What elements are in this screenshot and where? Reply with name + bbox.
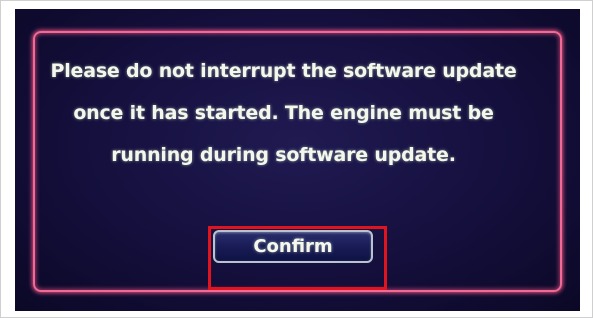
confirm-button[interactable]: Confirm xyxy=(213,230,373,263)
dialog-message: Please do not interrupt the software upd… xyxy=(50,60,517,166)
screenshot-frame: Please do not interrupt the software upd… xyxy=(0,0,593,318)
